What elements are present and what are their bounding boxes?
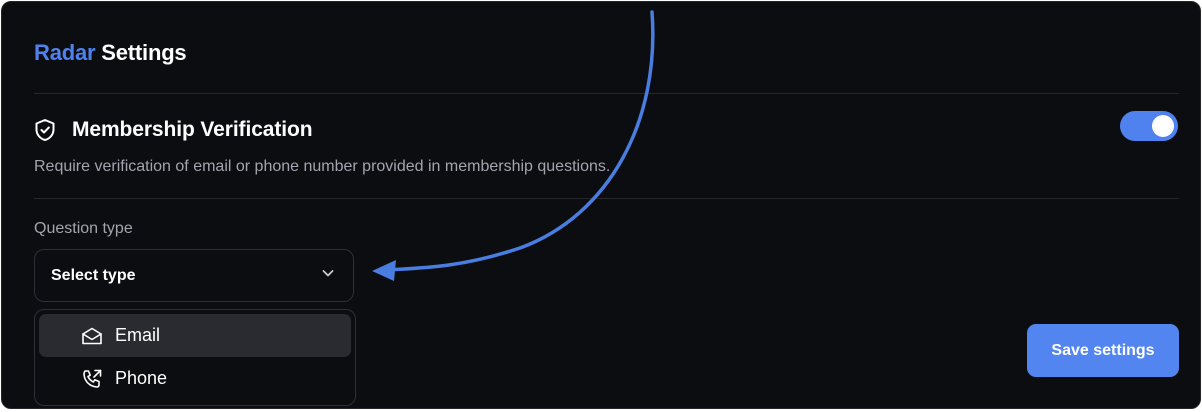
membership-verification-header: Membership Verification: [34, 118, 313, 142]
envelope-open-icon: [81, 326, 103, 346]
option-label: Email: [115, 325, 161, 345]
question-type-label: Question type: [34, 220, 133, 237]
phone-outgoing-icon: [81, 368, 103, 390]
question-type-select[interactable]: Select type: [34, 249, 354, 302]
option-email[interactable]: Email: [39, 314, 351, 357]
page-title: Radar Settings: [34, 40, 187, 66]
option-label: Phone: [115, 368, 168, 388]
title-accent: Radar: [34, 40, 96, 65]
save-settings-button[interactable]: Save settings: [1027, 324, 1179, 377]
toggle-knob: [1152, 115, 1174, 137]
option-phone[interactable]: Phone: [39, 357, 351, 400]
select-value: Select type: [51, 266, 136, 284]
title-rest: Settings: [101, 40, 187, 65]
section-title: Membership Verification: [72, 118, 313, 141]
shield-check-icon: [34, 118, 56, 142]
divider: [34, 198, 1179, 199]
question-type-dropdown: Email Phone: [34, 309, 356, 406]
section-description: Require verification of email or phone n…: [34, 158, 611, 175]
radar-settings-panel: Radar Settings Membership Verification R…: [1, 1, 1201, 409]
membership-verification-toggle[interactable]: [1120, 111, 1178, 141]
divider: [34, 93, 1179, 94]
chevron-down-icon: [321, 266, 335, 285]
